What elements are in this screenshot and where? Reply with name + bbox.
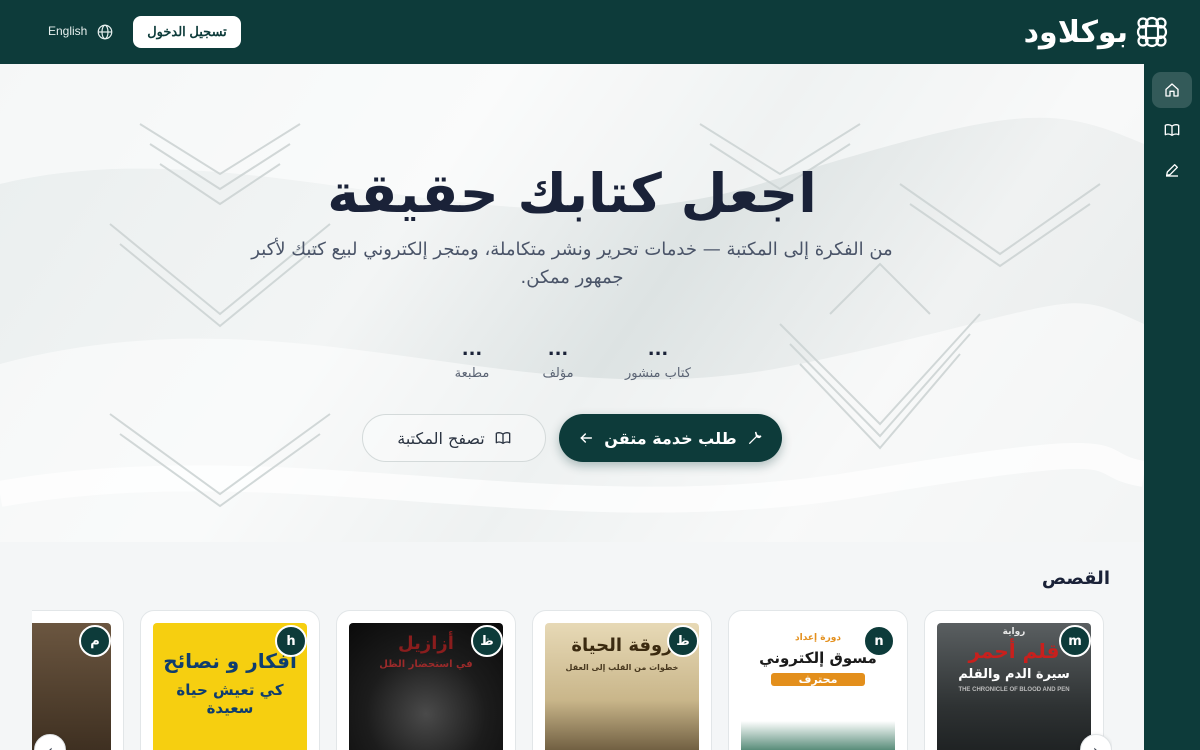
book-open-icon [495, 431, 511, 444]
author-badge: م [79, 625, 111, 657]
login-button[interactable]: تسجيل الدخول [133, 16, 241, 48]
stat-label: مؤلف [542, 366, 574, 381]
home-icon [1165, 83, 1179, 97]
hero-title: اجعل كتابك حقيقة [327, 162, 817, 225]
author-badge: ظ [667, 625, 699, 657]
cover-subtitle: سيرة الدم والقلم [958, 667, 1070, 682]
request-service-label: طلب خدمة متقن [604, 428, 737, 448]
book-card[interactable]: أفكار و نصائح كي تعيش حياة سعيدة h [140, 610, 320, 750]
cover-subtitle: خطوات من القلب إلى العقل [565, 663, 679, 672]
top-bar: English تسجيل الدخول بوكلاود [0, 0, 1200, 64]
brand-logo-icon [1136, 16, 1168, 48]
book-card[interactable]: روقة الحياة خطوات من القلب إلى العقل ظ [532, 610, 712, 750]
stat-label: كتاب منشور [625, 366, 691, 381]
language-label[interactable]: English [48, 24, 87, 38]
book-card[interactable]: دورة إعداد مسوق إلكتروني محترف n [728, 610, 908, 750]
author-badge: m [1059, 625, 1091, 657]
hero-books-background [0, 64, 1144, 542]
stat-published-books: ... كتاب منشور [618, 339, 698, 382]
wrench-icon [748, 431, 762, 444]
rail-write-button[interactable] [1152, 152, 1192, 188]
stat-value: ... [461, 339, 483, 360]
arrow-left-icon [580, 433, 593, 443]
author-badge: ظ [471, 625, 503, 657]
pen-icon [1166, 164, 1178, 177]
stat-value: ... [547, 339, 569, 360]
chevron-right-icon: › [1092, 740, 1100, 750]
stat-authors: ... مؤلف [528, 339, 588, 382]
stat-label: مطبعة [454, 366, 490, 381]
book-card[interactable]: أزازيل في استحضار الظل ظ [336, 610, 516, 750]
stories-carousel[interactable]: رواية قلم أحمر سيرة الدم والقلم THE CHRO… [32, 610, 1112, 750]
cover-subtitle: محترف [771, 673, 865, 686]
cover-subtitle: في استحضار الظل [379, 659, 473, 670]
author-badge: h [275, 625, 307, 657]
brand-name: بوكلاود [1023, 14, 1128, 50]
author-badge: n [863, 625, 895, 657]
globe-icon[interactable] [96, 23, 114, 41]
stories-section-title: القصص [1041, 568, 1110, 589]
brand[interactable]: بوكلاود [1024, 14, 1168, 50]
chevron-left-icon: ‹ [46, 740, 54, 750]
hero-subtitle: من الفكرة إلى المكتبة — خدمات تحرير ونشر… [251, 239, 893, 288]
book-icon [1164, 123, 1180, 136]
browse-library-button[interactable]: تصفح المكتبة [362, 414, 546, 462]
cover-subtitle: كي تعيش حياة سعيدة [176, 681, 284, 717]
request-service-button[interactable]: طلب خدمة متقن [559, 414, 782, 462]
hero-section: اجعل كتابك حقيقة من الفكرة إلى المكتبة —… [0, 64, 1144, 542]
book-card[interactable]: رواية قلم أحمر سيرة الدم والقلم THE CHRO… [924, 610, 1104, 750]
book-card[interactable]: م [32, 610, 124, 750]
stat-value: ... [647, 339, 669, 360]
rail-library-button[interactable] [1152, 112, 1192, 148]
rail-home-button[interactable] [1152, 72, 1192, 108]
stat-printers: ... مطبعة [442, 339, 502, 382]
cover-english-text: THE CHRONICLE OF BLOOD AND PEN [958, 687, 1070, 693]
browse-library-label: تصفح المكتبة [397, 428, 485, 448]
side-rail [1144, 64, 1200, 750]
